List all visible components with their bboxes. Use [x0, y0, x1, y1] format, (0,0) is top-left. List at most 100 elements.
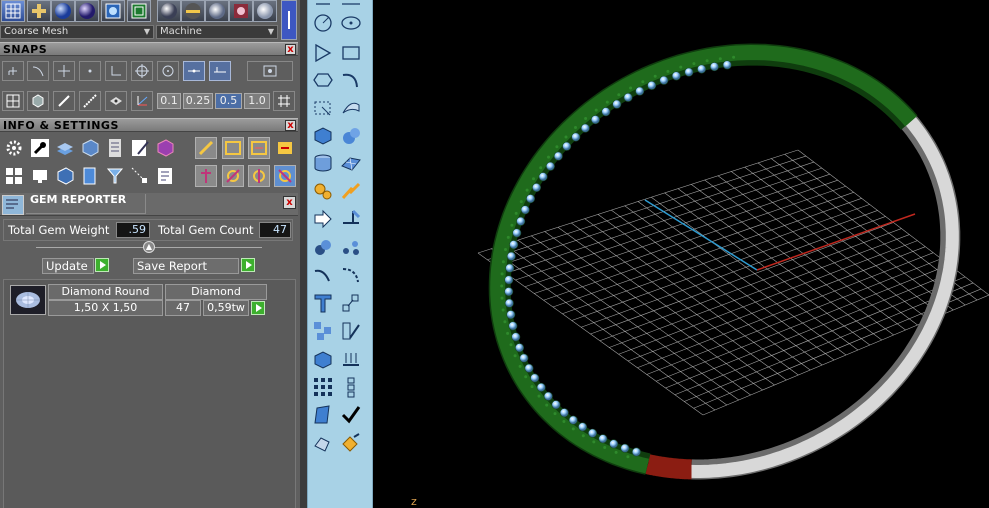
array-tool-icon[interactable] — [310, 318, 336, 344]
object-box-icon[interactable] — [79, 137, 101, 159]
book-icon[interactable] — [79, 165, 101, 187]
snap-center-icon[interactable] — [131, 61, 153, 81]
box-sphere-icon[interactable] — [229, 0, 253, 22]
save-play-icon[interactable] — [241, 258, 255, 272]
grid-icon[interactable] — [1, 0, 25, 22]
image-icon[interactable] — [127, 0, 151, 22]
split-tool-icon[interactable] — [338, 205, 364, 231]
gears-icon[interactable] — [310, 178, 336, 204]
gem-cube-icon[interactable] — [154, 137, 176, 159]
circle-tool-icon[interactable] — [310, 10, 336, 36]
white-sphere-icon[interactable] — [253, 0, 277, 22]
gem-set-2-icon[interactable] — [248, 165, 270, 187]
cylinder-icon[interactable] — [310, 150, 336, 176]
grid-value-2[interactable]: 0.5 — [215, 93, 242, 109]
grid-value-1[interactable]: 0.25 — [183, 93, 213, 109]
layers-icon[interactable] — [54, 137, 76, 159]
close-icon[interactable]: x — [285, 44, 296, 55]
snap-cross-icon[interactable] — [27, 0, 51, 22]
polygon-tool-icon[interactable] — [310, 40, 336, 66]
boolean-tool-icon[interactable] — [310, 205, 336, 231]
wire-cube-icon[interactable] — [54, 165, 76, 187]
notes-icon[interactable] — [129, 137, 151, 159]
extrude-icon[interactable] — [310, 346, 336, 372]
grid-value-0[interactable]: 0.1 — [157, 93, 181, 109]
snap-line-icon[interactable] — [183, 61, 205, 81]
close-icon[interactable]: x — [285, 120, 296, 131]
text-tool-icon[interactable] — [310, 290, 336, 316]
wrench-icon[interactable] — [29, 137, 51, 159]
render-combo[interactable]: Machine ▼ — [156, 25, 278, 39]
grid-hash-icon[interactable] — [273, 91, 295, 111]
mesh-combo[interactable]: Coarse Mesh ▼ — [0, 25, 154, 39]
grid-array-icon[interactable] — [310, 374, 336, 400]
windows-icon[interactable] — [3, 165, 25, 187]
splitter-handle-icon[interactable]: ▲ — [143, 241, 155, 253]
render-frame-icon[interactable] — [222, 137, 244, 159]
render-export-icon[interactable] — [274, 137, 296, 159]
cube-icon[interactable] — [27, 91, 49, 111]
scatter-icon[interactable] — [338, 234, 364, 260]
snap-corner-icon[interactable] — [105, 61, 127, 81]
lift-icon[interactable] — [338, 346, 364, 372]
rectangle-tool-icon[interactable] — [338, 40, 364, 66]
surface-tool-icon[interactable] — [338, 95, 364, 121]
filter-icon[interactable] — [104, 165, 126, 187]
select-points-icon[interactable] — [129, 165, 151, 187]
scale-tool-icon[interactable] — [338, 290, 364, 316]
snap-point-icon[interactable] — [79, 61, 101, 81]
sphere-icon[interactable] — [51, 0, 75, 22]
measure-icon[interactable] — [53, 91, 75, 111]
update-play-icon[interactable] — [95, 258, 109, 272]
sphere-dark-icon[interactable] — [75, 0, 99, 22]
check-icon[interactable] — [338, 402, 364, 428]
axis-icon[interactable] — [131, 91, 153, 111]
metal-sphere-icon[interactable] — [157, 0, 181, 22]
save-report-button[interactable]: Save Report — [133, 258, 239, 274]
snap-curve-icon[interactable] — [27, 61, 49, 81]
close-icon[interactable]: x — [283, 196, 296, 209]
snap-grid-icon[interactable] — [2, 61, 24, 81]
gold-sphere-icon[interactable] — [181, 0, 205, 22]
monitor-icon[interactable] — [29, 165, 51, 187]
3d-viewport[interactable]: z — [373, 0, 989, 508]
bend-tool-icon[interactable] — [310, 262, 336, 288]
blob-icon[interactable] — [310, 234, 336, 260]
snap-perp-icon[interactable] — [209, 61, 231, 81]
update-button[interactable]: Update — [42, 258, 94, 274]
render-light-icon[interactable] — [195, 137, 217, 159]
stack-icon[interactable] — [338, 374, 364, 400]
render-frame-2-icon[interactable] — [248, 137, 270, 159]
settings-gear-icon[interactable] — [3, 137, 25, 159]
plane-icon[interactable] — [105, 91, 127, 111]
bolt-icon[interactable] — [338, 178, 364, 204]
report-icon[interactable] — [154, 165, 176, 187]
paint-icon[interactable] — [338, 430, 364, 456]
snap-cross-point-icon[interactable] — [53, 61, 75, 81]
chrome-sphere-icon[interactable] — [205, 0, 229, 22]
gem-set-icon[interactable] — [222, 165, 244, 187]
deform-icon[interactable] — [310, 402, 336, 428]
solid-box-icon[interactable] — [310, 123, 336, 149]
view-grid-icon[interactable] — [2, 91, 24, 111]
document-icon[interactable] — [104, 137, 126, 159]
grid-value-3[interactable]: 1.0 — [244, 93, 270, 109]
snap-circle-icon[interactable] — [157, 61, 179, 81]
render-icon[interactable] — [101, 0, 125, 22]
shape-group-icon[interactable] — [310, 430, 336, 456]
twist-tool-icon[interactable] — [338, 262, 364, 288]
box-select-icon[interactable] — [310, 95, 336, 121]
ruler-icon[interactable] — [79, 91, 101, 111]
hexagon-tool-icon[interactable] — [310, 67, 336, 93]
pin-icon[interactable] — [195, 165, 217, 187]
panel-toggle-icon[interactable] — [281, 0, 297, 40]
arc-tool-icon[interactable] — [338, 67, 364, 93]
ellipse-tool-icon[interactable] — [338, 10, 364, 36]
panel-divider[interactable] — [300, 0, 307, 508]
slice-tool-icon[interactable] — [338, 318, 364, 344]
mesh-plane-icon[interactable] — [338, 150, 364, 176]
gem-set-3-icon[interactable] — [274, 165, 296, 187]
gem-row-play-icon[interactable] — [251, 301, 265, 315]
snap-screen-icon[interactable] — [247, 61, 293, 81]
spheres-icon[interactable] — [338, 123, 364, 149]
